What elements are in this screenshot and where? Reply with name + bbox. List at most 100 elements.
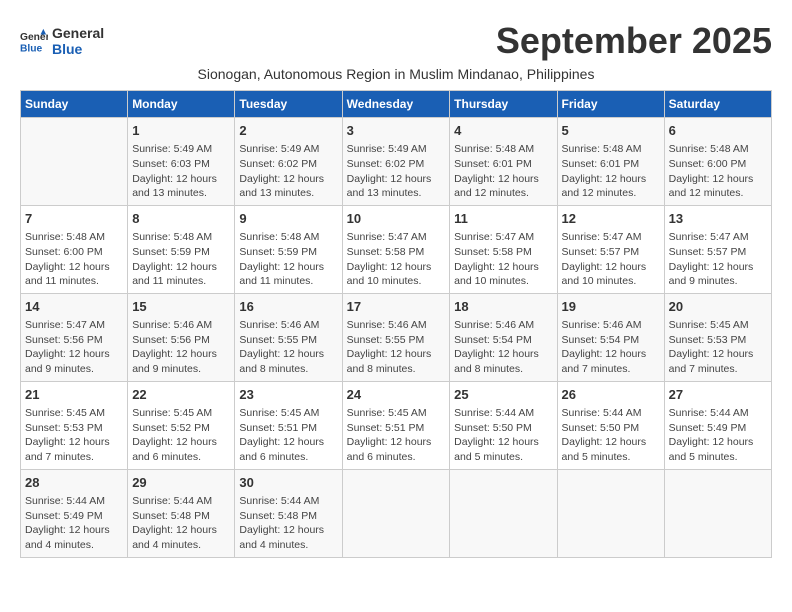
calendar-cell: 22Sunrise: 5:45 AMSunset: 5:52 PMDayligh…: [128, 381, 235, 469]
day-info: Daylight: 12 hours: [669, 260, 767, 275]
calendar-cell: 9Sunrise: 5:48 AMSunset: 5:59 PMDaylight…: [235, 205, 342, 293]
day-info: Sunset: 6:00 PM: [25, 245, 123, 260]
day-info: Daylight: 12 hours: [562, 347, 660, 362]
day-info: Daylight: 12 hours: [454, 172, 552, 187]
day-info: and 4 minutes.: [25, 538, 123, 553]
day-info: Sunrise: 5:44 AM: [132, 494, 230, 509]
day-info: and 13 minutes.: [239, 186, 337, 201]
day-info: Sunrise: 5:45 AM: [25, 406, 123, 421]
day-number: 21: [25, 386, 123, 404]
day-info: and 6 minutes.: [347, 450, 446, 465]
day-info: and 13 minutes.: [132, 186, 230, 201]
calendar-cell: 24Sunrise: 5:45 AMSunset: 5:51 PMDayligh…: [342, 381, 450, 469]
calendar-cell: [21, 118, 128, 206]
day-info: Daylight: 12 hours: [347, 347, 446, 362]
day-info: Sunrise: 5:48 AM: [25, 230, 123, 245]
day-info: Sunset: 6:02 PM: [239, 157, 337, 172]
calendar-cell: 26Sunrise: 5:44 AMSunset: 5:50 PMDayligh…: [557, 381, 664, 469]
day-info: Sunset: 5:49 PM: [25, 509, 123, 524]
header-day-tuesday: Tuesday: [235, 91, 342, 118]
day-info: and 8 minutes.: [454, 362, 552, 377]
month-title: September 2025: [104, 20, 772, 62]
calendar-cell: 14Sunrise: 5:47 AMSunset: 5:56 PMDayligh…: [21, 293, 128, 381]
calendar-week-1: 1Sunrise: 5:49 AMSunset: 6:03 PMDaylight…: [21, 118, 772, 206]
day-info: Sunset: 5:53 PM: [25, 421, 123, 436]
header-day-sunday: Sunday: [21, 91, 128, 118]
calendar-cell: 11Sunrise: 5:47 AMSunset: 5:58 PMDayligh…: [450, 205, 557, 293]
day-info: and 13 minutes.: [347, 186, 446, 201]
day-number: 27: [669, 386, 767, 404]
calendar-cell: 8Sunrise: 5:48 AMSunset: 5:59 PMDaylight…: [128, 205, 235, 293]
day-info: Daylight: 12 hours: [347, 172, 446, 187]
calendar-cell: 6Sunrise: 5:48 AMSunset: 6:00 PMDaylight…: [664, 118, 771, 206]
calendar-cell: [450, 469, 557, 557]
calendar-table: SundayMondayTuesdayWednesdayThursdayFrid…: [20, 90, 772, 558]
calendar-cell: [557, 469, 664, 557]
day-info: Daylight: 12 hours: [239, 172, 337, 187]
day-info: Sunrise: 5:47 AM: [347, 230, 446, 245]
day-info: Sunset: 5:56 PM: [132, 333, 230, 348]
day-info: Daylight: 12 hours: [239, 523, 337, 538]
calendar-cell: 17 Sunrise: 5:46 AMSunset: 5:55 PMDayligh…: [342, 293, 450, 381]
day-info: Sunrise: 5:48 AM: [669, 142, 767, 157]
day-info: and 12 minutes.: [454, 186, 552, 201]
day-info: Sunset: 6:02 PM: [347, 157, 446, 172]
day-info: Sunset: 5:58 PM: [454, 245, 552, 260]
day-info: Sunset: 5:55 PM: [347, 333, 446, 348]
day-number: 15: [132, 298, 230, 316]
header-day-saturday: Saturday: [664, 91, 771, 118]
calendar-cell: 13Sunrise: 5:47 AMSunset: 5:57 PMDayligh…: [664, 205, 771, 293]
day-info: and 6 minutes.: [132, 450, 230, 465]
calendar-cell: 18Sunrise: 5:46 AMSunset: 5:54 PMDayligh…: [450, 293, 557, 381]
day-info: Sunrise: 5:48 AM: [239, 230, 337, 245]
day-number: 22: [132, 386, 230, 404]
calendar-cell: 28Sunrise: 5:44 AMSunset: 5:49 PMDayligh…: [21, 469, 128, 557]
day-info: Daylight: 12 hours: [562, 435, 660, 450]
day-info: Sunrise: 5:46 AM: [347, 318, 446, 333]
day-info: Daylight: 12 hours: [562, 260, 660, 275]
day-info: Sunset: 5:48 PM: [239, 509, 337, 524]
day-info: and 5 minutes.: [454, 450, 552, 465]
day-info: and 12 minutes.: [562, 186, 660, 201]
day-number: 7: [25, 210, 123, 228]
day-info: Daylight: 12 hours: [25, 435, 123, 450]
day-info: Daylight: 12 hours: [25, 347, 123, 362]
day-info: Sunset: 5:49 PM: [669, 421, 767, 436]
day-number: 17: [347, 298, 446, 316]
header-day-monday: Monday: [128, 91, 235, 118]
day-number: 16: [239, 298, 337, 316]
day-info: Sunset: 5:54 PM: [454, 333, 552, 348]
calendar-body: 1Sunrise: 5:49 AMSunset: 6:03 PMDaylight…: [21, 118, 772, 558]
day-info: Sunrise: 5:46 AM: [454, 318, 552, 333]
day-number: 4: [454, 122, 552, 140]
day-number: 10: [347, 210, 446, 228]
day-number: 2: [239, 122, 337, 140]
day-number: 1: [132, 122, 230, 140]
day-info: and 9 minutes.: [25, 362, 123, 377]
day-info: Sunrise: 5:45 AM: [132, 406, 230, 421]
day-info: Sunrise: 5:47 AM: [454, 230, 552, 245]
day-number: 5: [562, 122, 660, 140]
logo: General Blue General Blue: [20, 25, 104, 57]
day-info: Daylight: 12 hours: [239, 435, 337, 450]
calendar-cell: 19Sunrise: 5:46 AMSunset: 5:54 PMDayligh…: [557, 293, 664, 381]
day-info: Daylight: 12 hours: [347, 435, 446, 450]
day-number: 8: [132, 210, 230, 228]
day-info: Sunrise: 5:48 AM: [454, 142, 552, 157]
day-info: and 4 minutes.: [132, 538, 230, 553]
day-info: Daylight: 12 hours: [347, 260, 446, 275]
day-number: 6: [669, 122, 767, 140]
day-number: 9: [239, 210, 337, 228]
day-number: 18: [454, 298, 552, 316]
day-info: and 7 minutes.: [562, 362, 660, 377]
day-number: 30: [239, 474, 337, 492]
day-info: Sunrise: 5:44 AM: [25, 494, 123, 509]
day-info: and 12 minutes.: [669, 186, 767, 201]
logo-icon: General Blue: [20, 27, 48, 55]
day-info: Sunrise: 5:47 AM: [669, 230, 767, 245]
header-day-thursday: Thursday: [450, 91, 557, 118]
day-info: Daylight: 12 hours: [239, 347, 337, 362]
day-info: and 11 minutes.: [132, 274, 230, 289]
day-info: Sunrise: 5:49 AM: [132, 142, 230, 157]
day-info: and 9 minutes.: [132, 362, 230, 377]
